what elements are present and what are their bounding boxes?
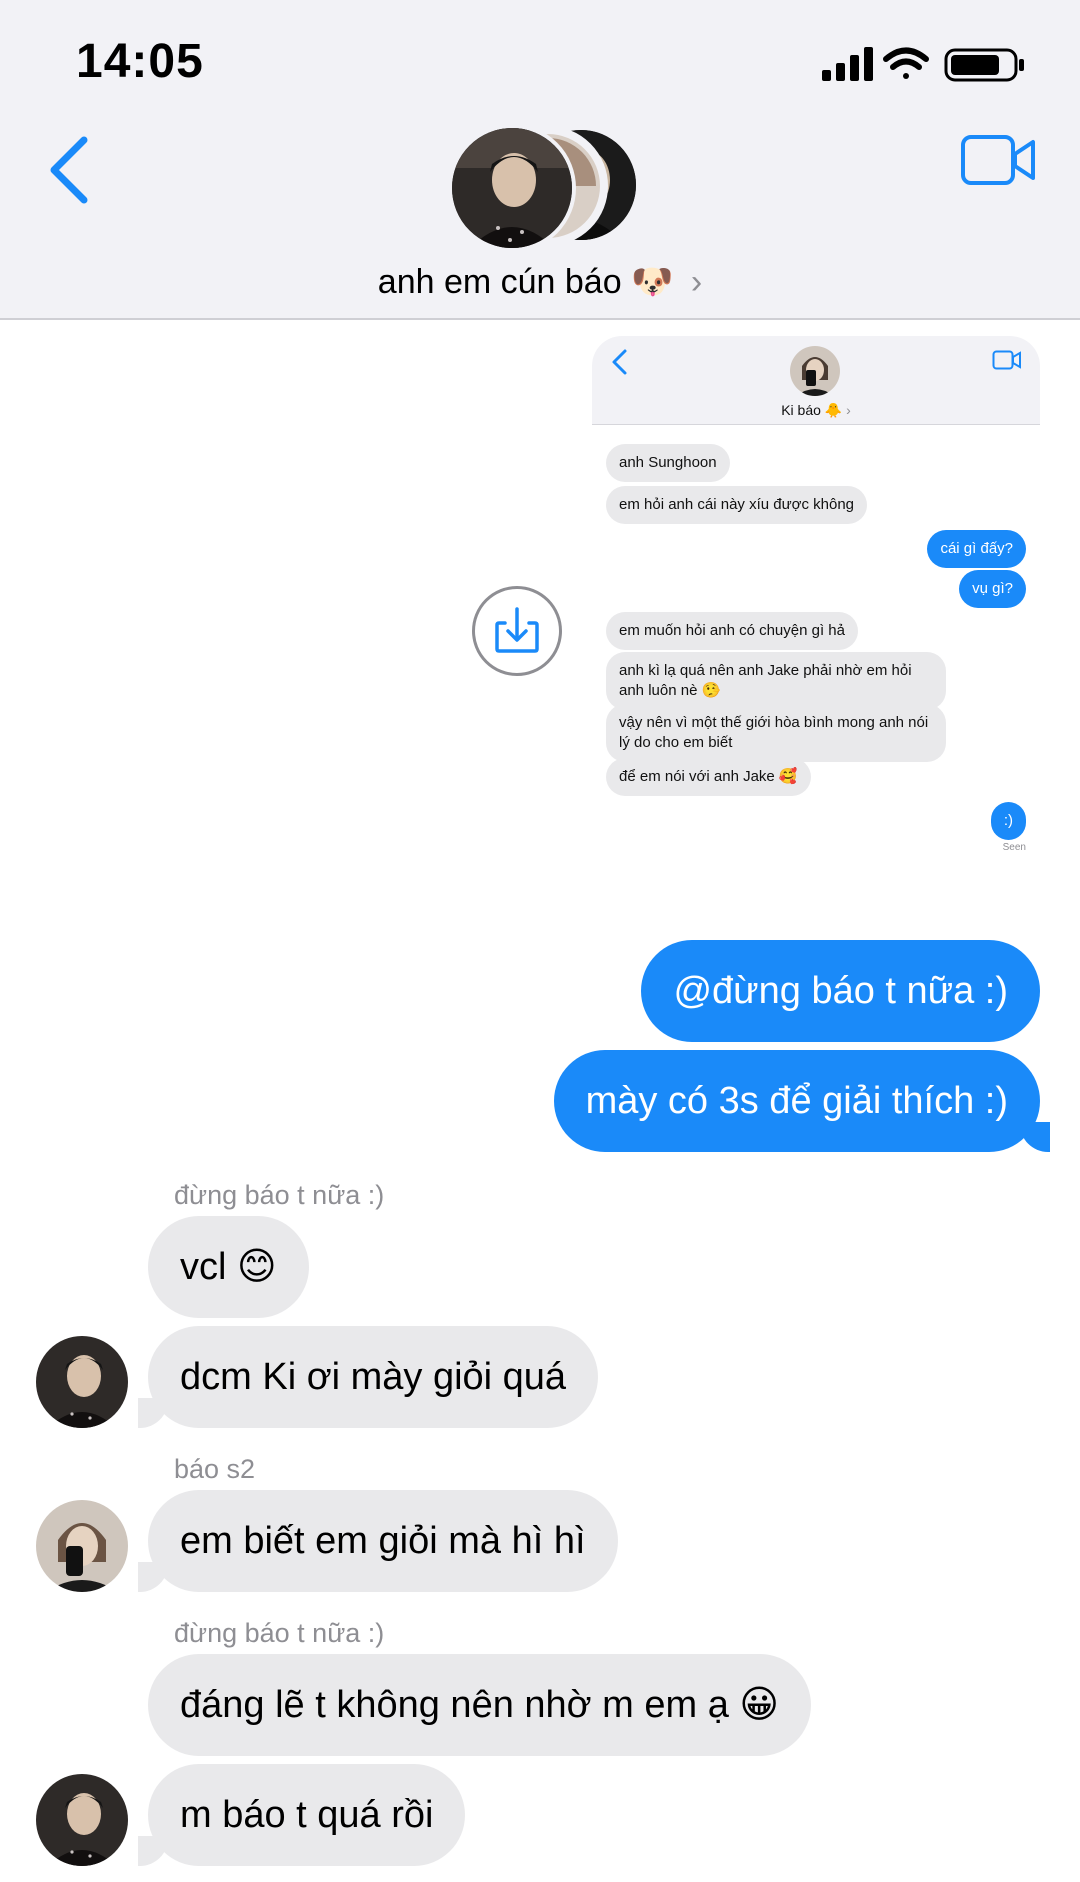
screenshot-message: :) xyxy=(990,802,1026,840)
screenshot-message: vụ gì? xyxy=(959,570,1026,608)
incoming-message[interactable]: dcm Ki ơi mày giỏi quá xyxy=(137,1326,599,1428)
outgoing-message[interactable]: mày có 3s để giải thích :) xyxy=(553,1050,1051,1152)
chevron-left-icon xyxy=(612,349,627,375)
seen-label: Seen xyxy=(1002,842,1026,853)
chevron-right-icon: › xyxy=(690,263,703,301)
screenshot-message: anh kì lạ quá nên anh Jake phải nhờ em h… xyxy=(606,652,946,710)
shared-screenshot[interactable]: Ki báo 🐥 › anh Sunghoon em hỏi anh cái n… xyxy=(592,336,1040,930)
incoming-message[interactable]: em biết em giỏi mà hì hì xyxy=(138,1490,618,1592)
video-camera-icon[interactable] xyxy=(960,134,1036,186)
cellular-signal-icon xyxy=(822,47,873,81)
avatar xyxy=(448,124,576,252)
conversation-title[interactable]: anh em cún báo 🐶 › xyxy=(0,262,1080,302)
outgoing-message[interactable]: @đừng báo t nữa :) xyxy=(641,940,1040,1042)
incoming-message[interactable]: m báo t quá rồi xyxy=(137,1764,466,1866)
avatar[interactable] xyxy=(36,1500,128,1592)
nav-bar: 14:05 anh em cún báo 🐶 › xyxy=(0,0,1080,320)
save-image-button[interactable] xyxy=(472,586,562,676)
screenshot-header: Ki báo 🐥 › xyxy=(592,336,1040,425)
avatar[interactable] xyxy=(36,1774,128,1866)
battery-icon xyxy=(944,48,1024,82)
sender-name: báo s2 xyxy=(174,1454,256,1484)
screenshot-message: anh Sunghoon xyxy=(606,444,730,482)
sender-name: đừng báo t nữa :) xyxy=(174,1618,385,1648)
screenshot-contact-name: Ki báo 🐥 › xyxy=(592,402,1040,419)
wifi-icon xyxy=(883,47,929,79)
screenshot-message: cái gì đấy? xyxy=(927,530,1026,568)
chick-emoji: 🐥 xyxy=(824,402,843,418)
avatar[interactable] xyxy=(36,1336,128,1428)
avatar xyxy=(790,346,840,396)
screenshot-message: để em nói với anh Jake 🥰 xyxy=(606,758,811,796)
status-icons xyxy=(822,47,1024,82)
group-name-label: anh em cún báo xyxy=(377,263,622,301)
incoming-message[interactable]: vcl 😊 xyxy=(148,1216,309,1318)
screenshot-message: em hỏi anh cái này xíu được không xyxy=(606,486,868,524)
contact-name-label: Ki báo xyxy=(781,402,821,418)
download-icon xyxy=(495,607,539,653)
chevron-right-icon: › xyxy=(846,402,851,418)
dog-emoji: 🐶 xyxy=(631,263,674,301)
group-avatars[interactable] xyxy=(448,124,640,252)
screenshot-message: vậy nên vì một thế giới hòa bình mong an… xyxy=(606,704,946,762)
back-chevron-icon[interactable] xyxy=(42,130,102,210)
sender-name: đừng báo t nữa :) xyxy=(174,1180,385,1210)
screenshot-message: em muốn hỏi anh có chuyện gì hả xyxy=(606,612,858,650)
incoming-message[interactable]: đáng lẽ t không nên nhờ m em ạ 😀 xyxy=(148,1654,812,1756)
video-camera-icon xyxy=(992,350,1021,370)
status-time: 14:05 xyxy=(76,35,204,88)
